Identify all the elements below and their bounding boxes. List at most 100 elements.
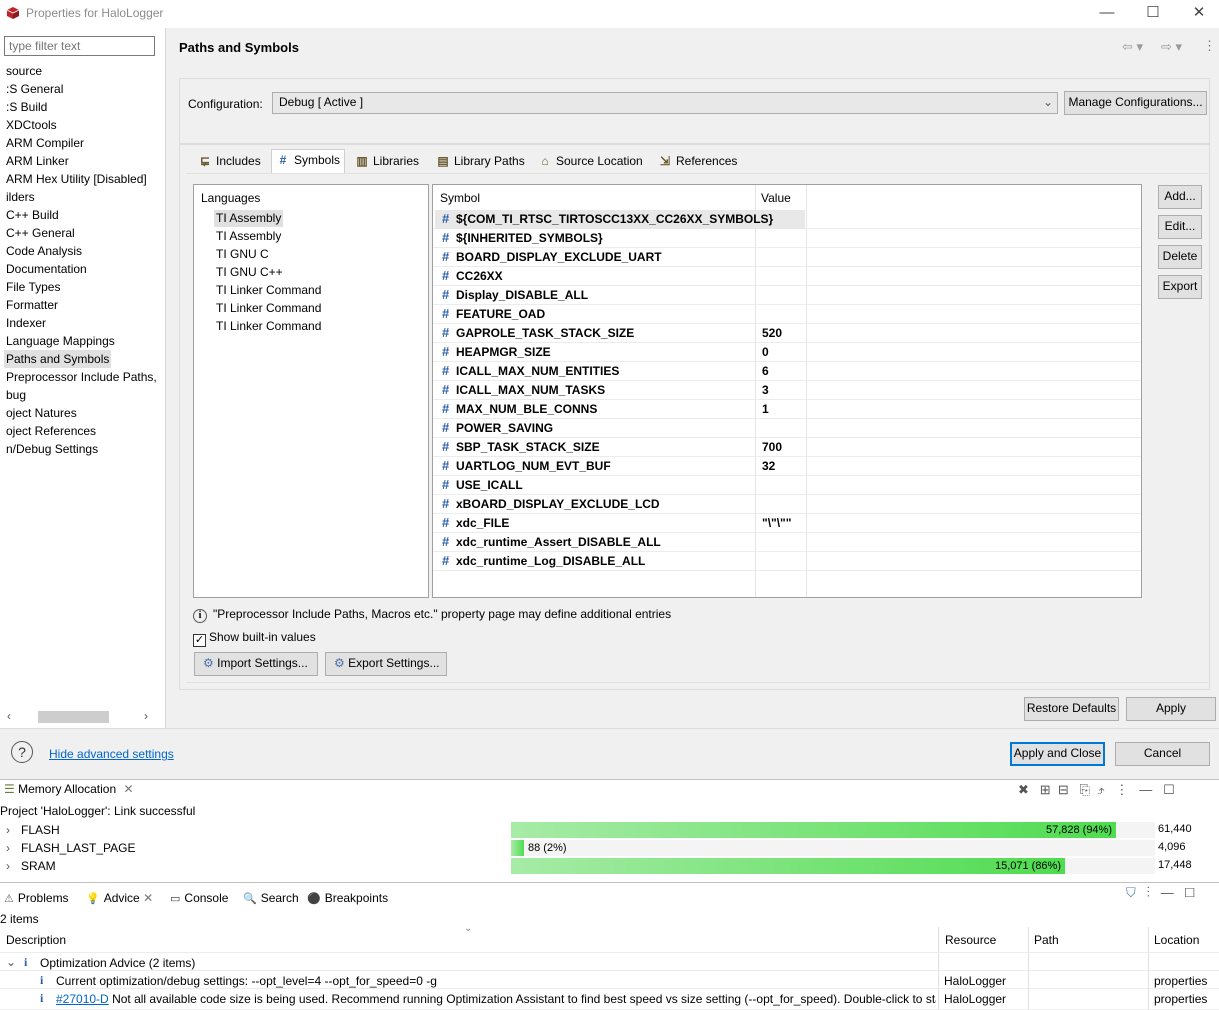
checkbox-icon[interactable]: ✓ bbox=[193, 634, 206, 647]
tab-library-paths[interactable]: ▤ Library Paths bbox=[432, 151, 529, 173]
language-item[interactable]: TI GNU C++ bbox=[214, 264, 285, 281]
nav-item[interactable]: n/Debug Settings bbox=[4, 440, 100, 458]
add-button[interactable]: Add... bbox=[1158, 185, 1202, 209]
description-column-header[interactable]: Description bbox=[6, 933, 66, 947]
new-icon[interactable]: ⎘ bbox=[1080, 782, 1090, 797]
nav-item[interactable]: Paths and Symbols bbox=[4, 350, 112, 368]
path-column-header[interactable]: Path bbox=[1034, 933, 1059, 947]
nav-horizontal-scrollbar[interactable]: ‹ › bbox=[4, 709, 156, 724]
memory-row[interactable]: › FLASH 57,828 (94%) 61,440 bbox=[0, 821, 1219, 839]
symbol-row[interactable]: # xdc_runtime_Assert_DISABLE_ALL bbox=[433, 533, 1141, 552]
symbol-row[interactable]: # ${INHERITED_SYMBOLS} bbox=[433, 229, 1141, 248]
symbol-row[interactable]: # CC26XX bbox=[433, 267, 1141, 286]
symbol-row[interactable]: # GAPROLE_TASK_STACK_SIZE 520 bbox=[433, 324, 1141, 343]
nav-item[interactable]: source bbox=[4, 62, 44, 80]
import-settings-button[interactable]: ⚙ Import Settings... bbox=[194, 652, 318, 676]
tab-libraries[interactable]: ▥ Libraries bbox=[351, 151, 423, 173]
symbol-row[interactable]: # SBP_TASK_STACK_SIZE 700 bbox=[433, 438, 1141, 457]
symbol-row[interactable]: # UARTLOG_NUM_EVT_BUF 32 bbox=[433, 457, 1141, 476]
nav-item[interactable]: ARM Hex Utility [Disabled] bbox=[4, 170, 149, 188]
cancel-button[interactable]: Cancel bbox=[1115, 742, 1210, 766]
chevron-right-icon[interactable]: › bbox=[6, 841, 10, 855]
symbol-row[interactable]: # MAX_NUM_BLE_CONNS 1 bbox=[433, 400, 1141, 419]
minimize-button[interactable]: — bbox=[1097, 4, 1117, 22]
minimize-view-icon[interactable]: — bbox=[1139, 782, 1152, 797]
nav-item[interactable]: Indexer bbox=[4, 314, 48, 332]
advice-link[interactable]: #27010-D bbox=[56, 992, 109, 1006]
collapse-all-icon[interactable]: ⊟ bbox=[1058, 782, 1069, 797]
symbol-row[interactable]: # ${COM_TI_RTSC_TIRTOSCC13XX_CC26XX_SYMBO… bbox=[433, 210, 1141, 229]
symbol-row[interactable]: # ICALL_MAX_NUM_ENTITIES 6 bbox=[433, 362, 1141, 381]
tab-source-location[interactable]: ⌂ Source Location bbox=[534, 151, 647, 173]
nav-item[interactable]: ARM Linker bbox=[4, 152, 71, 170]
apply-and-close-button[interactable]: Apply and Close bbox=[1010, 742, 1105, 766]
back-arrow-icon[interactable]: ⇦ ▾ bbox=[1122, 39, 1143, 55]
language-item[interactable]: TI Assembly bbox=[214, 228, 283, 245]
nav-item[interactable]: Documentation bbox=[4, 260, 89, 278]
nav-item[interactable]: :S General bbox=[4, 80, 65, 98]
location-column-header[interactable]: Location bbox=[1154, 933, 1199, 947]
nav-item[interactable]: C++ Build bbox=[4, 206, 61, 224]
filter-icon[interactable]: ⛉ bbox=[1126, 885, 1136, 900]
maximize-view-icon[interactable]: ☐ bbox=[1163, 782, 1175, 797]
view-tab-advice[interactable]: 💡 Advice ✕ bbox=[86, 891, 153, 905]
symbol-row[interactable]: # xdc_runtime_Log_DISABLE_ALL bbox=[433, 552, 1141, 571]
view-menu-icon[interactable]: ⋮ bbox=[1203, 38, 1216, 54]
symbol-row[interactable]: # USE_ICALL bbox=[433, 476, 1141, 495]
symbol-row[interactable]: # POWER_SAVING bbox=[433, 419, 1141, 438]
language-item[interactable]: TI Linker Command bbox=[214, 318, 323, 335]
language-item[interactable]: TI Linker Command bbox=[214, 300, 323, 317]
hide-advanced-settings-link[interactable]: Hide advanced settings bbox=[49, 747, 174, 761]
remove-icon[interactable]: ✖ bbox=[1018, 782, 1029, 797]
maximize-button[interactable]: ☐ bbox=[1143, 4, 1163, 22]
delete-button[interactable]: Delete bbox=[1158, 245, 1202, 269]
edit-button[interactable]: Edit... bbox=[1158, 215, 1202, 239]
nav-item[interactable]: ilders bbox=[4, 188, 37, 206]
view-menu-icon[interactable]: ⋮ bbox=[1115, 782, 1128, 797]
nav-item[interactable]: oject Natures bbox=[4, 404, 79, 422]
advice-row[interactable]: i Current optimization/debug settings: --… bbox=[0, 970, 1219, 988]
chevron-right-icon[interactable]: › bbox=[6, 823, 10, 837]
nav-item[interactable]: Formatter bbox=[4, 296, 60, 314]
nav-item[interactable]: Language Mappings bbox=[4, 332, 117, 350]
restore-defaults-button[interactable]: Restore Defaults bbox=[1024, 697, 1119, 721]
nav-item[interactable]: bug bbox=[4, 386, 28, 404]
nav-item[interactable]: File Types bbox=[4, 278, 62, 296]
symbol-row[interactable]: # xdc_FILE "\"\"" bbox=[433, 514, 1141, 533]
chevron-right-icon[interactable]: › bbox=[6, 859, 10, 873]
show-builtin-checkbox[interactable]: ✓ Show built-in values bbox=[193, 630, 316, 647]
symbol-row[interactable]: # ICALL_MAX_NUM_TASKS 3 bbox=[433, 381, 1141, 400]
help-icon[interactable]: ? bbox=[11, 741, 33, 763]
close-tab-icon[interactable]: ✕ bbox=[140, 891, 153, 905]
chevron-down-icon[interactable]: ⌄ bbox=[6, 955, 16, 969]
scroll-left-icon[interactable]: ‹ bbox=[7, 709, 11, 723]
language-item[interactable]: TI Linker Command bbox=[214, 282, 323, 299]
tab-includes[interactable]: ⋤ Includes bbox=[194, 151, 265, 173]
nav-item[interactable]: oject References bbox=[4, 422, 98, 440]
symbol-row[interactable]: # xBOARD_DISPLAY_EXCLUDE_LCD bbox=[433, 495, 1141, 514]
minimize-view-icon[interactable]: — bbox=[1161, 885, 1174, 900]
export-settings-button[interactable]: ⚙ Export Settings... bbox=[325, 652, 447, 676]
forward-arrow-icon[interactable]: ⇨ ▾ bbox=[1161, 39, 1182, 55]
value-column-header[interactable]: Value bbox=[761, 191, 791, 205]
nav-item[interactable]: ARM Compiler bbox=[4, 134, 86, 152]
memory-row[interactable]: › FLASH_LAST_PAGE 88 (2%) 4,096 bbox=[0, 839, 1219, 857]
configuration-select[interactable]: Debug [ Active ] ⌄ bbox=[272, 92, 1058, 114]
close-button[interactable]: ✕ bbox=[1189, 4, 1209, 22]
export-icon[interactable]: ⤴ bbox=[1097, 782, 1104, 797]
symbol-row[interactable]: # BOARD_DISPLAY_EXCLUDE_UART bbox=[433, 248, 1141, 267]
symbol-row[interactable]: # FEATURE_OAD bbox=[433, 305, 1141, 324]
advice-row[interactable]: i #27010-D Not all available code size is… bbox=[0, 988, 1219, 1006]
tab-references[interactable]: ⇲ References bbox=[654, 151, 741, 173]
language-item[interactable]: TI Assembly bbox=[214, 210, 284, 227]
expand-all-icon[interactable]: ⊞ bbox=[1040, 782, 1051, 797]
nav-item[interactable]: Preprocessor Include Paths, bbox=[4, 368, 159, 386]
view-menu-icon[interactable]: ⋮ bbox=[1147, 885, 1150, 900]
scroll-thumb[interactable] bbox=[38, 711, 109, 723]
symbol-row[interactable]: # HEAPMGR_SIZE 0 bbox=[433, 343, 1141, 362]
apply-button[interactable]: Apply bbox=[1126, 697, 1216, 721]
view-tab-console[interactable]: ▭ Console bbox=[170, 891, 228, 905]
close-tab-icon[interactable]: ✕ bbox=[124, 782, 134, 796]
scroll-right-icon[interactable]: › bbox=[144, 709, 148, 723]
export-button[interactable]: Export bbox=[1158, 275, 1202, 299]
